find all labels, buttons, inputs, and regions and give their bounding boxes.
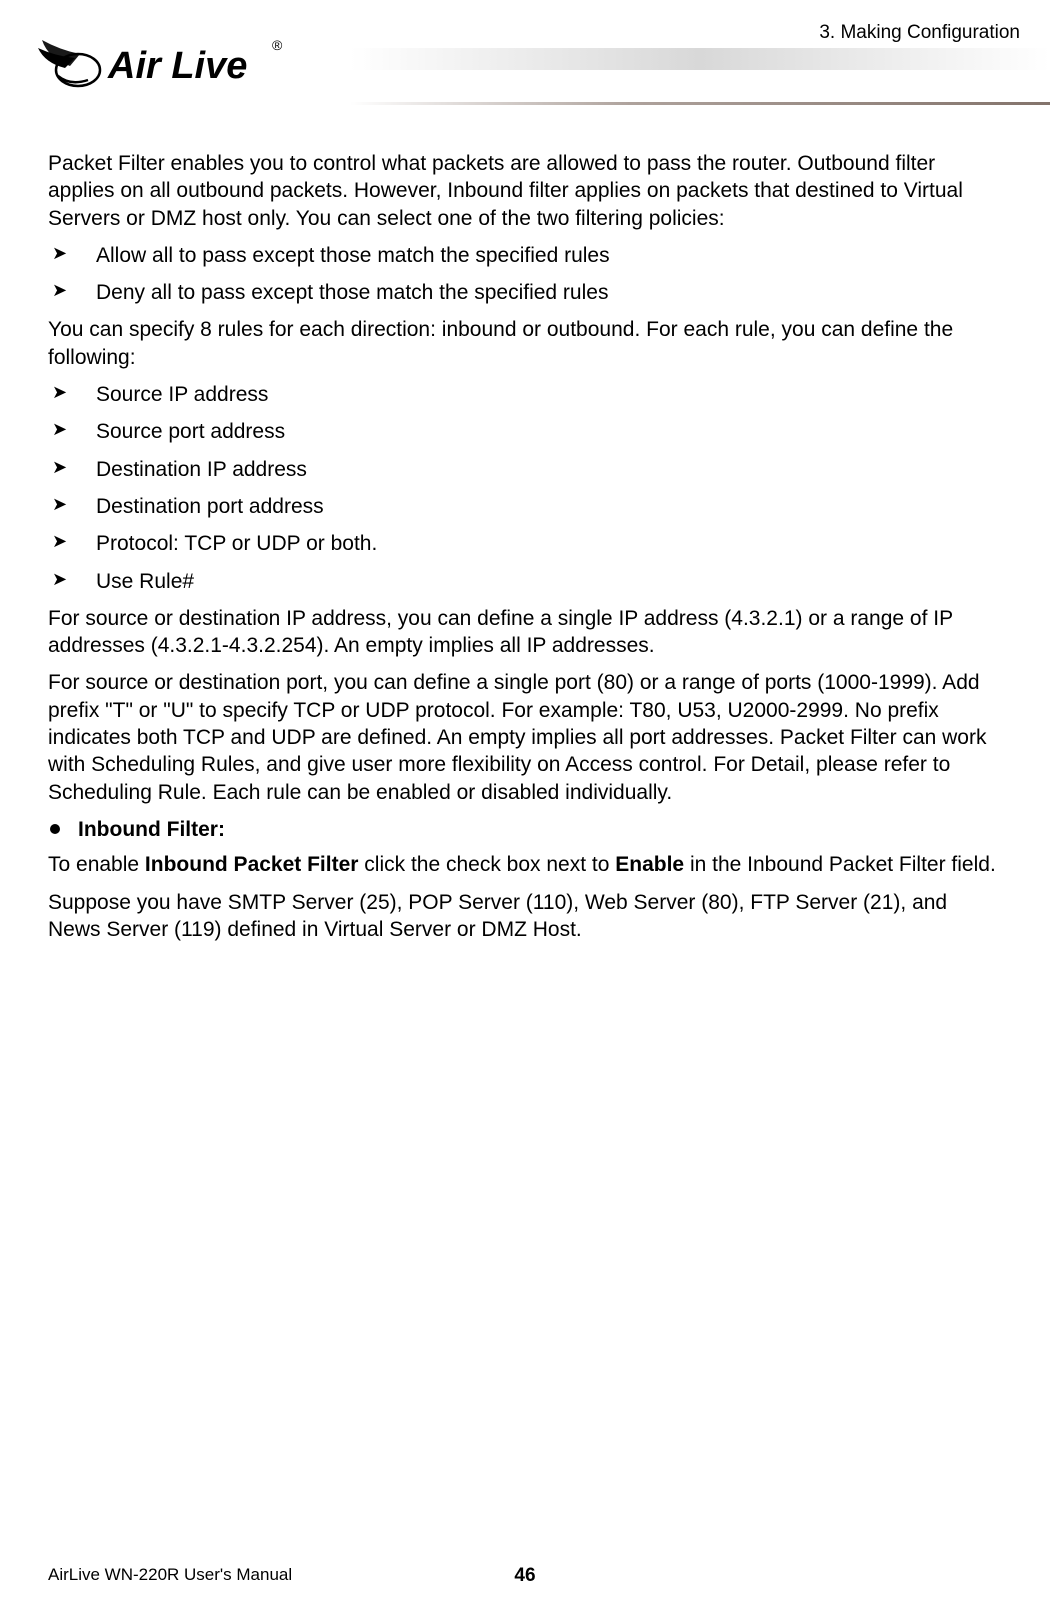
inbound-filter-heading: Inbound Filter: [48,816,1005,843]
policy-item: Deny all to pass except those match the … [48,279,1005,306]
text-fragment: in the Inbound Packet Filter field. [684,853,996,876]
rule-fields-list: Source IP address Source port address De… [48,381,1005,595]
airlive-logo: Air Live ® [30,28,290,108]
inbound-packet-filter-bold: Inbound Packet Filter [145,853,359,876]
ip-paragraph: For source or destination IP address, yo… [48,605,1005,660]
policy-list: Allow all to pass except those match the… [48,242,1005,307]
port-paragraph: For source or destination port, you can … [48,669,1005,805]
policy-item: Allow all to pass except those match the… [48,242,1005,269]
rule-field-item: Source port address [48,418,1005,445]
intro-paragraph: Packet Filter enables you to control wha… [48,150,1005,232]
logo-svg: Air Live ® [30,28,290,103]
svg-text:®: ® [272,37,283,53]
rule-field-item: Destination IP address [48,456,1005,483]
page-header: 3. Making Configuration Air Live ® [0,0,1050,110]
section-label: 3. Making Configuration [819,22,1020,44]
text-fragment: click the check box next to [358,853,615,876]
manual-title: AirLive WN-220R User's Manual [48,1565,292,1585]
enable-bold: Enable [615,853,684,876]
server-example-paragraph: Suppose you have SMTP Server (25), POP S… [48,889,1005,944]
svg-text:Air Live: Air Live [107,45,247,87]
rule-field-item: Protocol: TCP or UDP or both. [48,530,1005,557]
inbound-enable-paragraph: To enable Inbound Packet Filter click th… [48,851,1005,878]
header-gradient-stripe [350,48,1050,70]
page-content: Packet Filter enables you to control wha… [0,110,1050,943]
text-fragment: To enable [48,853,145,876]
page-number: 46 [514,1565,535,1587]
rules-paragraph: You can specify 8 rules for each directi… [48,316,1005,371]
rule-field-item: Destination port address [48,493,1005,520]
rule-field-item: Use Rule# [48,568,1005,595]
page-footer: AirLive WN-220R User's Manual 46 [0,1565,1050,1585]
header-gradient-line [350,102,1050,105]
rule-field-item: Source IP address [48,381,1005,408]
